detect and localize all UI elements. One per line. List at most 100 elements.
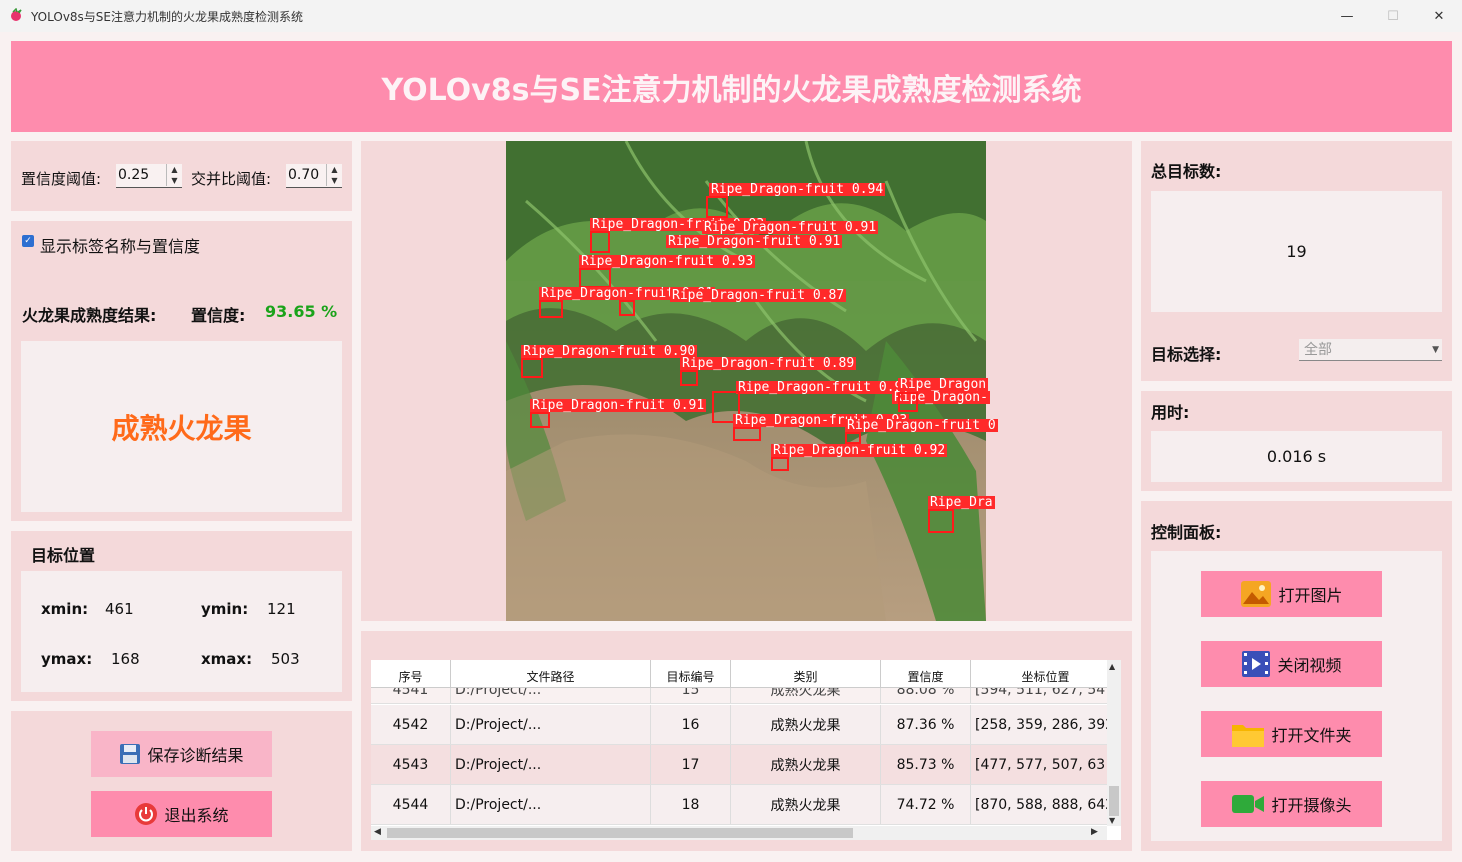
table-row[interactable]: 4542 D:/Project/... 16 成熟火龙果 87.36 % [25… (371, 705, 1121, 745)
xmax-value: 503 (271, 650, 300, 668)
scroll-up-icon[interactable]: ▲ (1109, 662, 1115, 671)
save-results-button[interactable]: 保存诊断结果 (91, 731, 272, 777)
scrollbar-thumb[interactable] (1109, 786, 1119, 816)
detection-label: Ripe_Dragon-fruit 0.92 (771, 443, 948, 458)
minimize-button[interactable]: — (1324, 0, 1370, 32)
dragon-fruit-icon (11, 8, 22, 21)
table-row[interactable]: 4544 D:/Project/... 18 成熟火龙果 74.72 % [87… (371, 785, 1121, 825)
header-index[interactable]: 序号 (371, 660, 451, 687)
table-row[interactable]: 4543 D:/Project/... 17 成熟火龙果 85.73 % [47… (371, 745, 1121, 785)
position-box (21, 571, 342, 692)
save-icon (120, 744, 141, 764)
header-coordinates[interactable]: 坐标位置 (971, 660, 1121, 687)
results-table[interactable]: 4541 D:/Project/... 15 成熟火龙果 88.08 % [59… (371, 660, 1121, 840)
maximize-button[interactable]: ☐ (1370, 0, 1416, 32)
show-labels-checkbox[interactable]: ✓ (22, 235, 34, 247)
page-title: YOLOv8s与SE注意力机制的火龙果成熟度检测系统 (381, 72, 1082, 108)
h-scrollbar-thumb[interactable] (387, 828, 853, 838)
cell-class: 成熟火龙果 (731, 745, 881, 784)
detection-box (619, 300, 635, 316)
scroll-down-icon[interactable]: ▼ (1109, 816, 1115, 825)
exit-button[interactable]: 退出系统 (91, 791, 272, 837)
confidence-value: 93.65 % (265, 302, 338, 321)
header-confidence[interactable]: 置信度 (881, 660, 971, 687)
folder-icon (1232, 725, 1265, 747)
cell-confidence: 87.36 % (881, 705, 971, 744)
detection-box (590, 231, 610, 253)
cell-confidence: 85.73 % (881, 745, 971, 784)
open-camera-label: 打开摄像头 (1271, 796, 1352, 815)
detection-label: Ripe_Dragon-fruit 0.91 (702, 220, 879, 235)
conf-threshold-spinbox[interactable]: 0.25 ▲ ▼ (116, 164, 182, 188)
cell-index: 4544 (371, 785, 451, 824)
open-camera-button[interactable]: 打开摄像头 (1201, 781, 1382, 827)
vertical-scrollbar[interactable]: ▲ ▼ (1107, 660, 1121, 826)
show-labels-text: 显示标签名称与置信度 (40, 237, 201, 256)
conf-threshold-value: 0.25 (118, 167, 150, 183)
target-select-label: 目标选择: (1151, 345, 1222, 364)
iou-threshold-value: 0.70 (288, 167, 320, 183)
cell-coordinates: [870, 588, 888, 642 (971, 785, 1121, 824)
header-path[interactable]: 文件路径 (451, 660, 651, 687)
detection-label: Ripe_Dra (928, 495, 995, 510)
video-icon (1242, 651, 1271, 677)
open-folder-button[interactable]: 打开文件夹 (1201, 711, 1382, 757)
close-button[interactable]: ✕ (1416, 0, 1462, 32)
cell-path: D:/Project/... (451, 745, 651, 784)
detection-box (706, 196, 728, 218)
cell-confidence: 74.72 % (881, 785, 971, 824)
image-icon (1241, 581, 1272, 607)
window-title: YOLOv8s与SE注意力机制的火龙果成熟度检测系统 (31, 10, 304, 24)
detection-box (530, 412, 550, 428)
iou-threshold-spinbox[interactable]: 0.70 ▲ ▼ (286, 164, 342, 188)
window-titlebar: YOLOv8s与SE注意力机制的火龙果成熟度检测系统 — ☐ ✕ (0, 0, 1462, 32)
cell-target-id: 16 (651, 705, 731, 744)
open-image-label: 打开图片 (1278, 586, 1343, 605)
ymin-value: 121 (267, 600, 296, 618)
detection-box (579, 268, 611, 288)
ripeness-result: 成熟火龙果 (111, 411, 252, 445)
header-target-id[interactable]: 目标编号 (651, 660, 731, 687)
detection-label: Ripe_Dragon-fruit 0.93 (736, 380, 913, 395)
detection-label: Ripe_Dragon-fruit 0.87 (670, 288, 847, 303)
detection-label: Ripe_Dragon-fruit 0.91 (666, 234, 843, 249)
detection-box (733, 427, 761, 441)
detection-label: Ripe_Dragon-fruit 0 (845, 418, 998, 433)
detection-box (521, 358, 543, 378)
camera-icon (1232, 795, 1265, 813)
horizontal-scrollbar[interactable]: ◀ ▶ (371, 826, 1107, 840)
detection-label: Ripe_Dragon-fruit 0.91 (530, 398, 707, 413)
time-value: 0.016 s (1151, 431, 1442, 482)
conf-threshold-label: 置信度阈值: (21, 170, 102, 188)
scroll-right-icon[interactable]: ▶ (1091, 827, 1098, 837)
time-label: 用时: (1151, 403, 1190, 422)
cell-coordinates: [258, 359, 286, 392 (971, 705, 1121, 744)
detection-label: Ripe_Dragon-fruit 0.89 (680, 356, 857, 371)
close-video-button[interactable]: 关闭视频 (1201, 641, 1382, 687)
cell-target-id: 18 (651, 785, 731, 824)
detection-label: Ripe_Dragon-fruit 0.90 (521, 344, 698, 359)
cell-class: 成熟火龙果 (731, 785, 881, 824)
table-header: 序号 文件路径 目标编号 类别 置信度 坐标位置 (371, 660, 1121, 688)
save-results-label: 保存诊断结果 (147, 746, 244, 765)
spin-arrows-icon[interactable]: ▲ ▼ (166, 164, 182, 186)
detection-box (928, 509, 954, 533)
header-class[interactable]: 类别 (731, 660, 881, 687)
open-image-button[interactable]: 打开图片 (1201, 571, 1382, 617)
scroll-left-icon[interactable]: ◀ (374, 827, 381, 837)
detection-box (539, 300, 563, 318)
exit-label: 退出系统 (164, 806, 229, 825)
total-targets-value: 19 (1151, 191, 1442, 312)
xmin-label: xmin: (41, 600, 89, 618)
cell-target-id: 17 (651, 745, 731, 784)
detection-box (680, 370, 698, 386)
target-select-dropdown[interactable]: 全部 ▼ (1299, 339, 1442, 361)
open-folder-label: 打开文件夹 (1271, 726, 1352, 745)
target-select-value: 全部 (1304, 342, 1332, 358)
cell-class: 成熟火龙果 (731, 705, 881, 744)
spin-arrows-icon[interactable]: ▲ ▼ (326, 164, 342, 186)
iou-threshold-label: 交并比阈值: (191, 170, 272, 188)
cell-index: 4542 (371, 705, 451, 744)
chevron-down-icon[interactable]: ▼ (1432, 339, 1439, 361)
result-label: 火龙果成熟度结果: (22, 306, 157, 325)
